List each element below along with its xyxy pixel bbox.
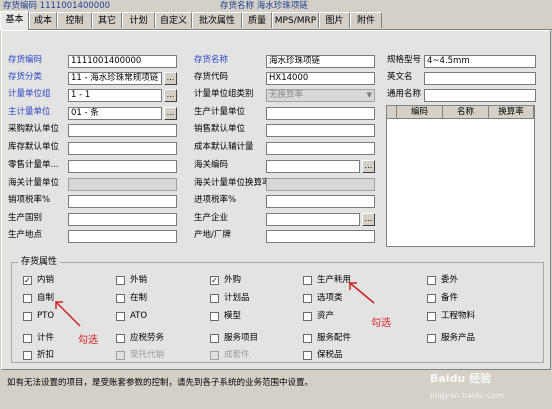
watermark-logo: Baidu 经验: [430, 372, 492, 385]
arrow-to-self-made: [55, 301, 81, 327]
arrow-to-production-use: [349, 282, 375, 304]
annotation-check-left: 勾选: [78, 335, 98, 346]
status-message: 如有无法设置的项目，是受账套参数的控制，请先到各子系统的业务范围中设置。: [7, 378, 314, 388]
annotation-arrows: [55, 282, 375, 327]
watermark-url: jingyan.baidu.com: [430, 391, 504, 400]
annotation-check-right: 勾选: [371, 318, 391, 329]
